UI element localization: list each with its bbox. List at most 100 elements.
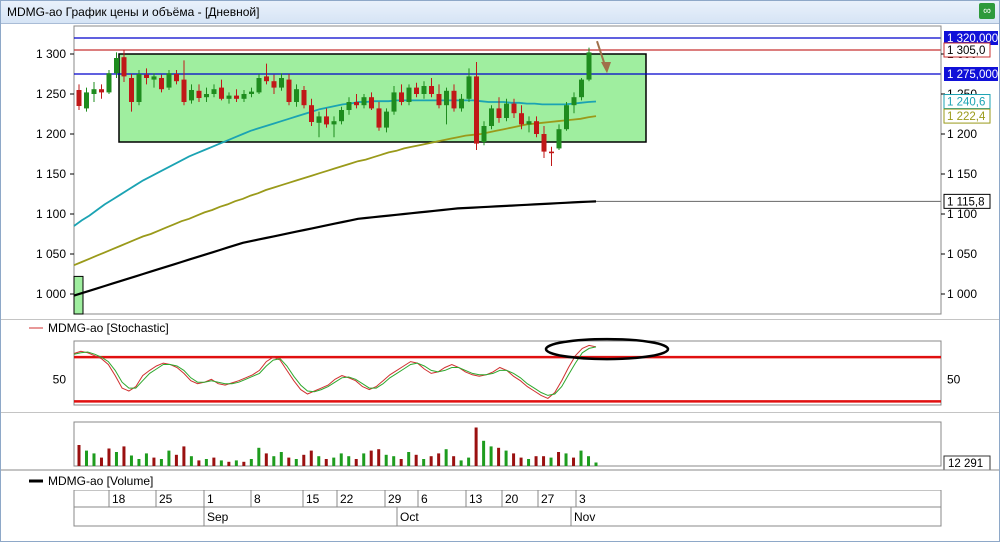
volume-bar bbox=[587, 456, 591, 466]
volume-bar bbox=[369, 450, 373, 466]
day-label: 3 bbox=[579, 492, 586, 506]
candle-body bbox=[84, 92, 89, 109]
day-label: 1 bbox=[207, 492, 214, 506]
candle-body bbox=[189, 90, 194, 101]
y-tick-label-left: 1 050 bbox=[36, 247, 66, 261]
candle-body bbox=[286, 79, 292, 102]
day-label: 15 bbox=[306, 492, 320, 506]
candle-body bbox=[294, 89, 299, 102]
day-label: 22 bbox=[340, 492, 354, 506]
volume-bar bbox=[489, 446, 493, 466]
volume-bar bbox=[482, 440, 486, 466]
candle-body bbox=[496, 108, 502, 118]
volume-bar bbox=[347, 456, 351, 466]
volume-bar bbox=[167, 450, 171, 466]
volume-bar bbox=[234, 460, 238, 466]
stoch-plot-area bbox=[73, 340, 942, 406]
volume-bar bbox=[519, 457, 523, 466]
volume-bar bbox=[114, 452, 118, 466]
candle-body bbox=[579, 79, 584, 98]
candle-body bbox=[361, 97, 367, 106]
volume-bar bbox=[302, 454, 306, 466]
volume-bar bbox=[339, 453, 343, 466]
volume-bar bbox=[144, 453, 148, 466]
volume-bar bbox=[137, 459, 141, 466]
candle-body bbox=[354, 102, 359, 106]
day-label: 8 bbox=[254, 492, 261, 506]
y-tick-label-right: 1 150 bbox=[947, 167, 977, 181]
candle-body bbox=[406, 87, 412, 102]
candle-body bbox=[541, 134, 547, 152]
volume-bar bbox=[317, 456, 321, 466]
volume-bar bbox=[99, 457, 103, 466]
volume-bar bbox=[182, 446, 186, 466]
candle-body bbox=[556, 129, 562, 149]
month-label: Oct bbox=[400, 510, 419, 524]
candle-body bbox=[534, 121, 539, 134]
stoch-tick-left: 50 bbox=[53, 372, 67, 386]
volume-bar bbox=[204, 459, 208, 466]
month-label: Nov bbox=[574, 510, 595, 524]
candle-body bbox=[181, 79, 187, 102]
volume-bar bbox=[474, 427, 478, 466]
volume-bar bbox=[557, 452, 561, 466]
volume-bar bbox=[227, 461, 231, 466]
volume-bar bbox=[92, 453, 96, 466]
volume-bar bbox=[129, 455, 133, 466]
candle-body bbox=[474, 76, 479, 144]
volume-bar bbox=[249, 459, 253, 466]
candle-body bbox=[489, 108, 494, 126]
candle-body bbox=[301, 90, 307, 106]
candle-body bbox=[256, 78, 262, 93]
candle-body bbox=[564, 105, 569, 130]
candle-body bbox=[174, 74, 179, 82]
day-label: 25 bbox=[159, 492, 173, 506]
day-label: 29 bbox=[388, 492, 402, 506]
candle-body bbox=[331, 121, 337, 125]
candle-body bbox=[114, 58, 119, 74]
link-icon[interactable]: ∞ bbox=[979, 3, 995, 19]
candle-body bbox=[436, 94, 442, 106]
y-tick-label-left: 1 100 bbox=[36, 207, 66, 221]
volume-bar bbox=[504, 450, 508, 466]
volume-bar bbox=[77, 445, 81, 466]
volume-bar bbox=[594, 462, 598, 466]
candle-body bbox=[444, 90, 449, 106]
candle-body bbox=[211, 89, 217, 94]
volume-bar bbox=[497, 447, 501, 466]
volume-bar bbox=[107, 448, 111, 466]
volume-bar bbox=[384, 454, 388, 466]
candle-body bbox=[76, 90, 82, 106]
candle-body bbox=[369, 97, 374, 109]
candle-body bbox=[414, 87, 419, 94]
volume-bar bbox=[84, 450, 88, 466]
candle-body bbox=[429, 86, 434, 94]
volume-bar bbox=[287, 457, 291, 466]
y-tick-label-left: 1 250 bbox=[36, 87, 66, 101]
volume-value-label: 12 291 bbox=[948, 458, 983, 470]
candle-body bbox=[571, 97, 577, 106]
volume-bar bbox=[512, 453, 516, 466]
candle-body bbox=[136, 74, 142, 102]
volume-bar bbox=[152, 457, 156, 466]
candle-body bbox=[316, 116, 322, 123]
y-tick-label-right: 1 050 bbox=[947, 247, 977, 261]
volume-bar bbox=[242, 461, 246, 466]
candle-body bbox=[219, 87, 224, 99]
volume-bar bbox=[542, 456, 546, 466]
volume-bar bbox=[257, 447, 261, 466]
value-tag-label: 1 240,6 bbox=[947, 97, 985, 109]
volume-bar bbox=[437, 453, 441, 466]
candle-body bbox=[339, 110, 344, 122]
day-label: 18 bbox=[112, 492, 126, 506]
candle-body bbox=[549, 151, 554, 154]
y-tick-label-left: 1 300 bbox=[36, 47, 66, 61]
candle-body bbox=[526, 121, 532, 125]
volume-bar bbox=[324, 459, 328, 466]
y-tick-label-left: 1 200 bbox=[36, 127, 66, 141]
volume-bar bbox=[422, 459, 426, 466]
volume-bar bbox=[294, 459, 298, 466]
day-label: 6 bbox=[421, 492, 428, 506]
volume-bar bbox=[189, 456, 193, 466]
volume-bar bbox=[174, 454, 178, 466]
